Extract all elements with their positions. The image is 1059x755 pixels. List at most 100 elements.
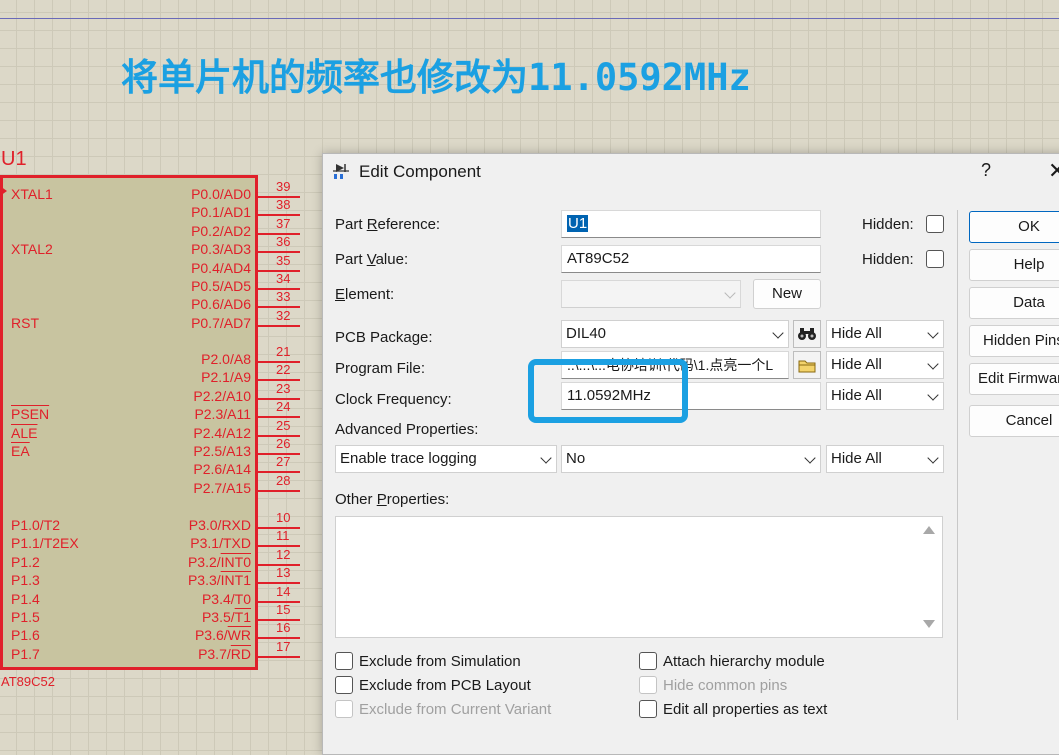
exclude-variant-checkbox[interactable] xyxy=(335,700,353,718)
clock-pin-marker xyxy=(0,186,7,196)
chip-pin-label: P1.3 xyxy=(11,572,40,588)
advanced-properties-label: Advanced Properties: xyxy=(335,421,479,438)
chip-pin-number: 24 xyxy=(276,399,291,415)
chip-pin-number: 37 xyxy=(276,215,291,231)
pcb-package-select[interactable]: DIL40 xyxy=(561,320,789,348)
exclude-variant-label: Exclude from Current Variant xyxy=(359,701,552,718)
advanced-property-select[interactable]: Enable trace logging xyxy=(335,445,557,473)
package-browse-button[interactable] xyxy=(793,320,821,348)
ok-button[interactable]: OK xyxy=(969,211,1059,243)
chip-pin-label: P0.4/AD4 xyxy=(191,259,251,276)
chip-pin-number: 27 xyxy=(276,454,291,470)
clock-frequency-label: Clock Frequency: xyxy=(335,391,452,408)
chip-pin-label: P2.3/A11 xyxy=(194,406,251,423)
chip-pin-label: RST xyxy=(11,315,39,331)
part-reference-input[interactable]: U1 xyxy=(561,210,821,238)
scroll-down-icon[interactable] xyxy=(923,620,935,628)
part-reference-label: Part Reference: xyxy=(335,216,441,233)
edit-firmware-button[interactable]: Edit Firmware xyxy=(969,363,1059,395)
chip-pin-label: P3.7/RD xyxy=(198,645,251,662)
sheet-border-line xyxy=(0,18,1059,19)
clock-frequency-visibility-select[interactable]: Hide All xyxy=(826,382,944,410)
chip-pin-label: P3.5/T1 xyxy=(201,609,251,625)
chip-pin-number: 36 xyxy=(276,234,291,250)
chip-pin-label: P1.0/T2 xyxy=(11,517,61,533)
close-icon[interactable]: ✕ xyxy=(1048,158,1059,184)
pcb-package-visibility-select[interactable]: Hide All xyxy=(826,320,944,348)
chip-pin-label: P0.5/AD5 xyxy=(191,278,251,294)
chip-pin-line[interactable] xyxy=(258,489,300,492)
component-icon xyxy=(333,164,349,179)
edit-component-dialog: Edit Component ? ✕ Part Reference: U1 Hi… xyxy=(322,153,1059,755)
chevron-down-icon xyxy=(772,327,784,339)
chip-pin-label: PSEN xyxy=(11,406,50,422)
chip-pin-label: P1.4 xyxy=(11,591,40,607)
chip-pin-number: 10 xyxy=(276,510,291,525)
element-select[interactable] xyxy=(561,280,741,308)
chip-pin-number: 32 xyxy=(276,307,291,323)
advanced-property-value-select[interactable]: No xyxy=(561,445,821,473)
chevron-down-icon xyxy=(724,287,736,299)
chip-pin-label: P0.6/AD6 xyxy=(191,296,251,313)
chip-pin-number: 17 xyxy=(276,638,291,654)
chip-pin-label: P1.5 xyxy=(11,609,40,625)
help-button[interactable]: Help xyxy=(969,249,1059,281)
chevron-down-icon xyxy=(927,327,939,339)
chip-pin-label: P3.0/RXD xyxy=(188,517,251,533)
hidden-label: Hidden: xyxy=(862,251,914,268)
chip-pin-label: P2.4/A12 xyxy=(193,424,251,441)
part-value-label: Part Value: xyxy=(335,251,409,268)
attach-hierarchy-label: Attach hierarchy module xyxy=(663,653,825,670)
chip-pin-number: 25 xyxy=(276,417,291,433)
chip-pin-line[interactable] xyxy=(258,655,300,658)
cancel-button[interactable]: Cancel xyxy=(969,405,1059,437)
chip-pin-label: P3.4/T0 xyxy=(201,590,251,607)
chip-pin-number: 23 xyxy=(276,380,291,396)
chip-reference[interactable]: U1 xyxy=(1,148,27,171)
program-file-browse-button[interactable] xyxy=(793,351,821,379)
chip-pin-label: P2.6/A14 xyxy=(193,461,251,478)
hide-common-pins-label: Hide common pins xyxy=(663,677,788,694)
edit-as-text-checkbox[interactable] xyxy=(639,700,657,718)
help-icon[interactable]: ? xyxy=(981,160,991,181)
chip-pin-label: P3.2/INT0 xyxy=(187,553,251,570)
chip-pin-line[interactable] xyxy=(258,324,300,327)
exclude-pcb-checkbox[interactable] xyxy=(335,676,353,694)
part-value-hidden-checkbox[interactable] xyxy=(926,250,944,268)
folder-icon xyxy=(798,360,816,373)
chip-pin-number: 15 xyxy=(276,602,291,617)
chip-pin-label: P3.6/WR xyxy=(194,627,251,644)
hide-common-pins-checkbox[interactable] xyxy=(639,676,657,694)
exclude-pcb-label: Exclude from PCB Layout xyxy=(359,677,531,694)
chip-pin-number: 12 xyxy=(276,546,291,562)
scroll-up-icon[interactable] xyxy=(923,526,935,534)
chip-pin-number: 16 xyxy=(276,620,291,636)
exclude-simulation-label: Exclude from Simulation xyxy=(359,653,521,670)
chip-pin-label: P0.0/AD0 xyxy=(191,186,251,202)
chevron-down-icon xyxy=(804,452,816,464)
pcb-package-label: PCB Package: xyxy=(335,329,433,346)
part-value-input[interactable]: AT89C52 xyxy=(561,245,821,273)
part-reference-hidden-checkbox[interactable] xyxy=(926,215,944,233)
exclude-simulation-checkbox[interactable] xyxy=(335,652,353,670)
chip-part-name[interactable]: AT89C52 xyxy=(1,674,55,689)
dialog-titlebar[interactable]: Edit Component ? ✕ xyxy=(323,154,1059,190)
dialog-title: Edit Component xyxy=(359,162,481,181)
chip-pin-number: 13 xyxy=(276,565,291,581)
new-element-button[interactable]: New xyxy=(753,279,821,309)
chip-pin-label: P2.0/A8 xyxy=(201,351,251,367)
hidden-pins-button[interactable]: Hidden Pins xyxy=(969,325,1059,357)
chip-pin-number: 39 xyxy=(276,179,291,194)
advanced-property-visibility-select[interactable]: Hide All xyxy=(826,445,944,473)
attach-hierarchy-checkbox[interactable] xyxy=(639,652,657,670)
chip-pin-label: P3.1/TXD xyxy=(190,535,251,552)
hidden-label: Hidden: xyxy=(862,216,914,233)
data-button[interactable]: Data xyxy=(969,287,1059,319)
chip-pin-label: P2.5/A13 xyxy=(193,443,251,459)
chip-pin-label: P2.7/A15 xyxy=(193,479,251,496)
chip-pin-number: 38 xyxy=(276,197,291,213)
other-properties-textarea[interactable] xyxy=(335,516,943,638)
chip-pin-label: ALE xyxy=(11,425,38,441)
chip-pin-label: P0.1/AD1 xyxy=(191,204,251,221)
program-file-visibility-select[interactable]: Hide All xyxy=(826,351,944,379)
